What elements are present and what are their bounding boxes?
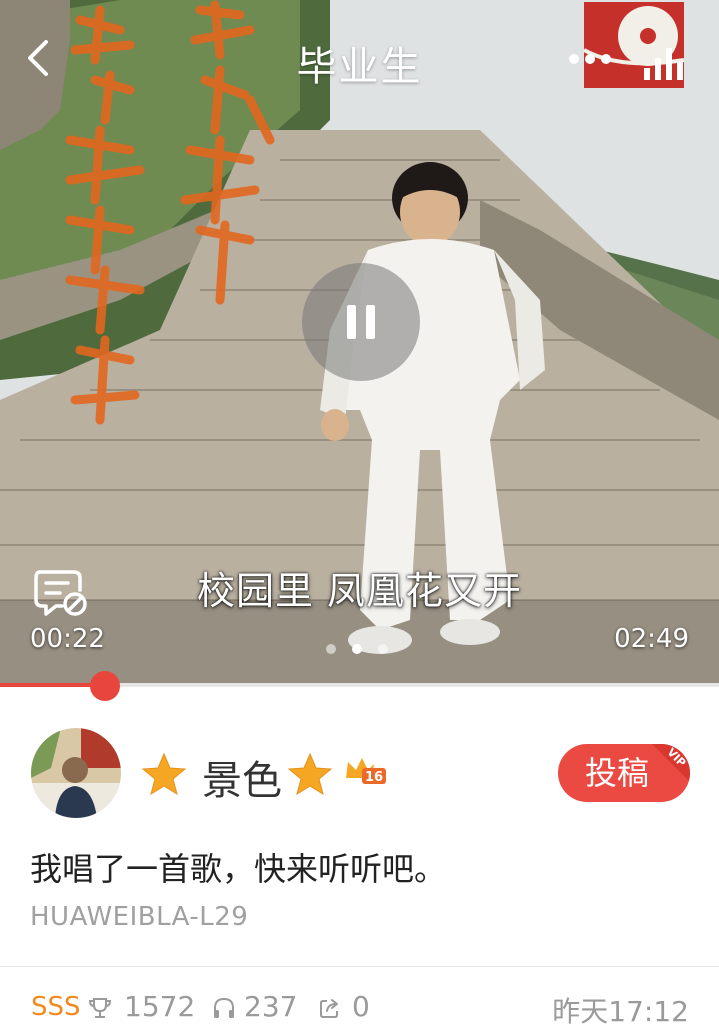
pause-button[interactable] — [302, 263, 420, 381]
listen-count: 237 — [244, 990, 298, 1023]
device-name: HUAWEIBLA-L29 — [30, 902, 249, 932]
submit-button[interactable]: 投稿 VIP — [558, 744, 690, 802]
star-icon — [141, 752, 187, 796]
avatar[interactable] — [31, 728, 121, 818]
page-dot — [378, 644, 388, 654]
share-icon[interactable] — [318, 996, 342, 1020]
page-dot — [326, 644, 336, 654]
crown-badge-icon: 16 — [346, 758, 386, 785]
pause-icon — [347, 305, 356, 339]
star-icon — [287, 752, 333, 796]
share-count: 0 — [352, 990, 370, 1023]
more-icon[interactable] — [566, 44, 614, 74]
bars-icon[interactable] — [642, 42, 684, 82]
player-area[interactable]: 毕业生 校园里 凤凰花又开 00:22 02:49 — [0, 0, 719, 684]
danmaku-icon[interactable] — [34, 568, 88, 616]
page-dot — [352, 644, 362, 654]
submit-button-label: 投稿 — [584, 754, 649, 792]
stats-bar: SSS 1572 237 0 昨天17:12 — [0, 990, 719, 1026]
progress-knob[interactable] — [89, 671, 120, 701]
level-number: 16 — [365, 770, 383, 785]
total-time: 02:49 — [614, 624, 689, 654]
post-description: 我唱了一首歌，快来听听吧。 — [30, 850, 447, 888]
trophy-count: 1572 — [124, 990, 196, 1023]
trophy-icon — [88, 998, 112, 1018]
lyric-line: 校园里 凤凰花又开 — [196, 569, 523, 613]
username[interactable]: 景色 — [202, 748, 282, 806]
timestamp: 昨天17:12 — [552, 995, 689, 1026]
grade-badge: SSS — [31, 992, 81, 1022]
current-time: 00:22 — [30, 624, 105, 654]
page-indicator — [326, 644, 396, 656]
vip-ribbon: VIP — [652, 744, 690, 782]
headphone-icon — [214, 997, 234, 1018]
divider — [0, 966, 719, 967]
